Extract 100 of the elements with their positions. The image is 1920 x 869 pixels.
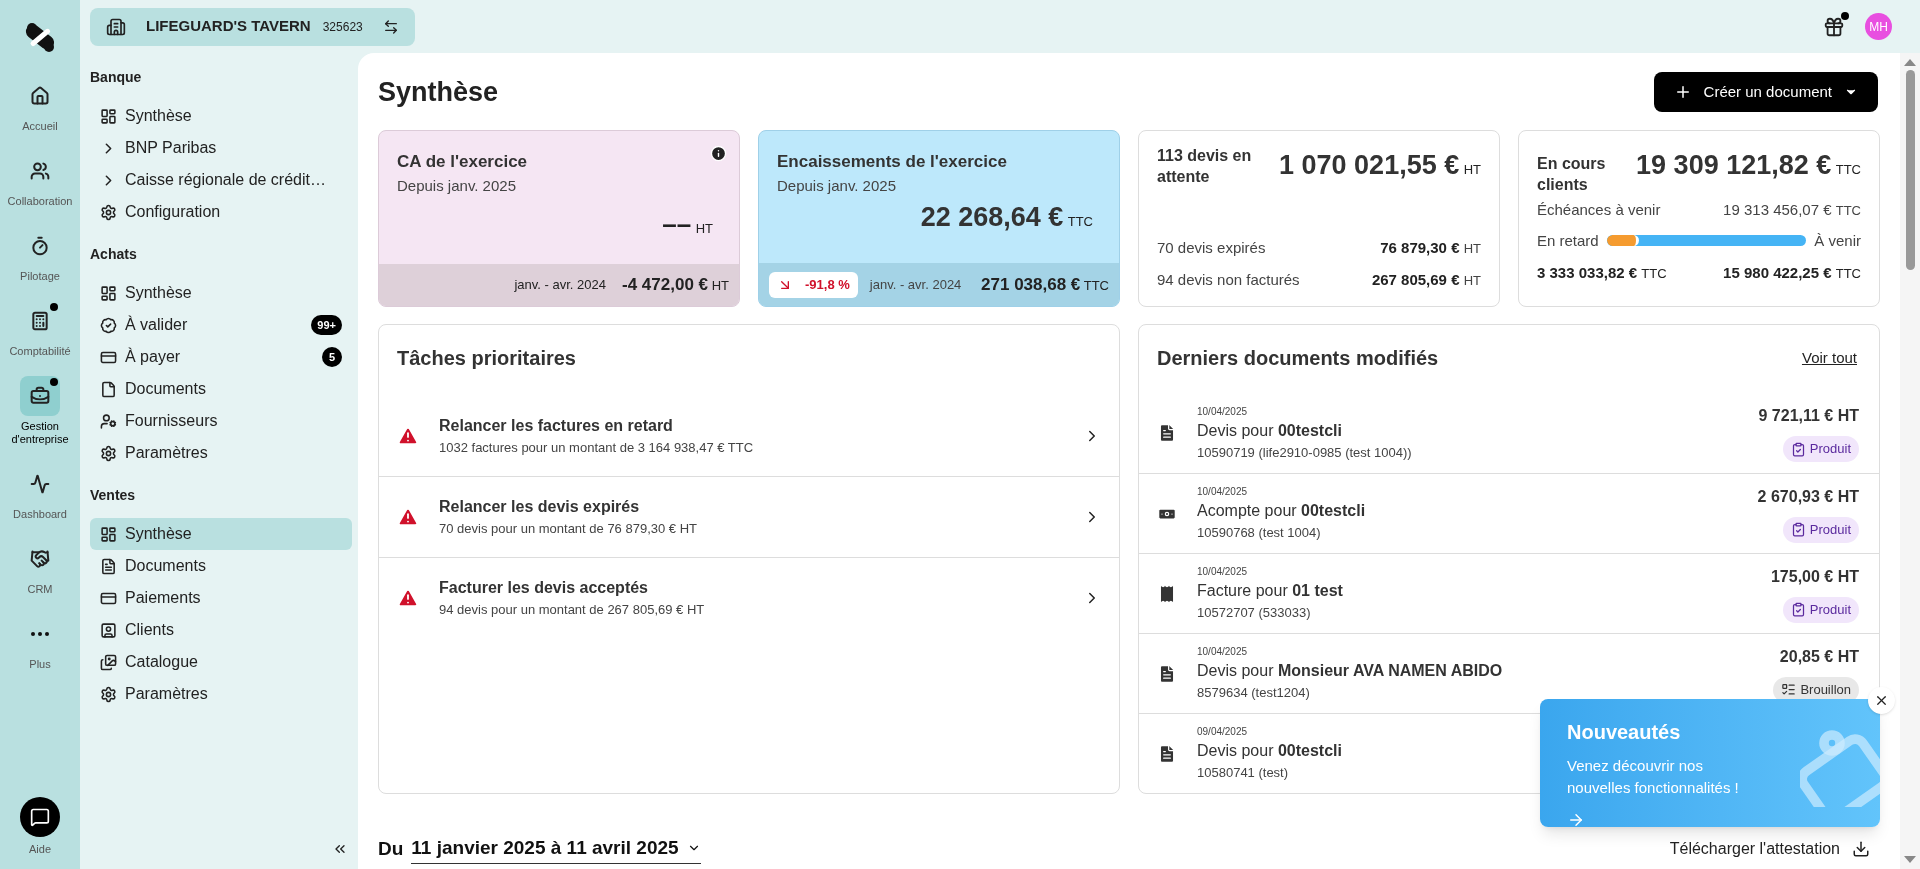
- warning-icon: [397, 506, 419, 528]
- company-switcher[interactable]: LIFEGUARD'S TAVERN 325623: [90, 7, 415, 46]
- document-amount: 9 721,11 € HT: [1758, 406, 1859, 426]
- sidebar-item[interactable]: BNP Paribas: [90, 132, 352, 164]
- task-item[interactable]: Relancer les factures en retard 1032 factures pour un montant de 3 164 938,47 € TTC: [379, 395, 1119, 476]
- sidebar-item[interactable]: Paiements: [90, 582, 352, 614]
- status-badge: Produit: [1782, 436, 1859, 462]
- people-icon: [30, 161, 50, 181]
- document-title: Devis pour 00testcli: [1197, 741, 1342, 762]
- rail-item[interactable]: Plus: [0, 614, 80, 671]
- rail-item[interactable]: Accueil: [0, 76, 80, 133]
- document-reference: 10590768 (test 1004): [1197, 524, 1321, 543]
- sidebar-item[interactable]: Caisse régionale de crédit…: [90, 164, 352, 196]
- task-item[interactable]: Facturer les devis acceptés 94 devis pour un montant de 267 805,69 € HT: [379, 557, 1119, 638]
- dashboard-icon: [100, 525, 117, 543]
- task-item[interactable]: Relancer les devis expirés 70 devis pour un montant de 76 879,30 € HT: [379, 476, 1119, 557]
- card-title: Derniers documents modifiés: [1157, 346, 1439, 371]
- task-detail: 94 devis pour un montant de 267 805,69 € HT: [439, 601, 706, 620]
- row-label: 70 devis expirés: [1157, 237, 1266, 258]
- sidebar-item[interactable]: Synthèse: [90, 100, 352, 132]
- contact-icon: [100, 621, 117, 639]
- row-value: 15 980 422,25 €: [1723, 264, 1832, 281]
- gift-icon[interactable]: [1823, 15, 1845, 38]
- section-heading: Achats: [90, 245, 138, 264]
- card-title: 113 devis en attente: [1157, 146, 1253, 187]
- document-amount: 2 670,93 € HT: [1757, 486, 1859, 507]
- document-title: Devis pour Monsieur AVA NAMEN ABIDO: [1197, 661, 1503, 682]
- close-button[interactable]: [1868, 687, 1895, 714]
- card-value: 22 268,64 €: [920, 202, 1064, 232]
- rail-item[interactable]: Comptabilité: [0, 301, 80, 358]
- task-detail: 70 devis pour un montant de 76 879,30 € HT: [439, 520, 698, 539]
- unit-label: HT: [1463, 240, 1481, 256]
- rail-item[interactable]: Dashboard: [0, 464, 80, 521]
- settings-icon: [100, 203, 117, 221]
- sidebar-item[interactable]: Paramètres: [90, 678, 352, 710]
- document-row[interactable]: 10/04/2025 Facture pour 01 test 10572707 (533033) 175,00 € HT Produit: [1139, 553, 1879, 633]
- document-row[interactable]: 10/04/2025 Devis pour 00testcli 10590719 (life2910-0985 (test 1004)) 9 721,11 € HT Produit: [1139, 393, 1879, 473]
- unit-label: TTC: [1835, 266, 1861, 281]
- calculator-icon: [30, 311, 50, 331]
- create-document-button[interactable]: Créer un document: [1653, 72, 1878, 112]
- document-date: 10/04/2025: [1197, 645, 1248, 660]
- sidebar-item[interactable]: Paramètres: [90, 437, 352, 469]
- previous-value: 271 038,68 €: [981, 274, 1081, 294]
- document-date: 10/04/2025: [1197, 485, 1248, 500]
- sidebar-item[interactable]: Clients: [90, 614, 352, 646]
- task-title: Relancer les devis expirés: [439, 497, 641, 518]
- file-icon: [100, 380, 117, 398]
- user-gear-icon: [100, 412, 117, 430]
- see-all-link[interactable]: Voir tout: [1801, 346, 1857, 370]
- row-label: En retard: [1537, 230, 1599, 251]
- row-label: Échéances à venir: [1537, 200, 1661, 220]
- dashboard-icon: [100, 284, 117, 302]
- card-value: 19 309 121,82 €: [1636, 150, 1832, 180]
- sidebar-item[interactable]: Configuration: [90, 196, 352, 228]
- count-badge: 99+: [311, 315, 342, 335]
- sidebar-item[interactable]: Documents: [90, 550, 352, 582]
- rail-item[interactable]: CRM: [0, 539, 80, 596]
- count-badge: 5: [322, 347, 342, 367]
- unit-label: TTC: [1083, 277, 1109, 293]
- swap-icon: [382, 18, 399, 35]
- images-icon: [100, 653, 117, 671]
- more-icon: [31, 632, 49, 636]
- document-date: 10/04/2025: [1197, 565, 1248, 580]
- sidebar-item[interactable]: Synthèse: [90, 277, 352, 309]
- rail-item[interactable]: Gestion d'entreprise: [0, 376, 80, 446]
- info-icon[interactable]: [710, 145, 727, 162]
- card-title: En cours clients: [1537, 154, 1607, 195]
- period-label: janv. - avr. 2024: [869, 275, 963, 294]
- unit-label: HT: [695, 221, 713, 236]
- document-icon: [100, 557, 117, 575]
- sidebar-item[interactable]: À valider 99+: [90, 309, 352, 341]
- unit-label: HT: [1463, 272, 1481, 288]
- sidebar-item[interactable]: Fournisseurs: [90, 405, 352, 437]
- scrollbar[interactable]: [1900, 53, 1920, 869]
- row-value: 76 879,30 €: [1380, 238, 1460, 256]
- section-heading: Ventes: [90, 486, 137, 505]
- arrow-right-icon[interactable]: [1567, 811, 1585, 827]
- dashboard-icon: [100, 107, 117, 125]
- document-reference: 10572707 (533033): [1197, 604, 1311, 623]
- sidebar-item[interactable]: Catalogue: [90, 646, 352, 678]
- card-title: Tâches prioritaires: [396, 346, 577, 371]
- unit-label: TTC: [1835, 203, 1861, 218]
- rail-item[interactable]: Pilotage: [0, 226, 80, 283]
- chat-icon: [30, 806, 50, 827]
- document-date: 10/04/2025: [1197, 404, 1248, 419]
- section-heading: Banque: [90, 68, 143, 87]
- line-chart-icon: [30, 474, 50, 494]
- row-value: 267 805,69 €: [1371, 270, 1460, 288]
- card-value: 1 070 021,55 €: [1279, 150, 1460, 180]
- period-selector[interactable]: Du 11 janvier 2025 à 11 avril 2025: [378, 834, 701, 864]
- settings-icon: [100, 685, 117, 703]
- status-badge: Produit: [1782, 516, 1859, 543]
- rail-item[interactable]: Collaboration: [0, 151, 80, 208]
- sidebar-item[interactable]: À payer 5: [90, 341, 352, 373]
- download-certificate-button[interactable]: Télécharger l'attestation: [1669, 836, 1870, 861]
- sidebar-item[interactable]: Synthèse: [90, 518, 352, 550]
- document-amount: 175,00 € HT: [1770, 566, 1859, 587]
- sidebar-item[interactable]: Documents: [90, 373, 352, 405]
- document-reference: 8579634 (test1204): [1197, 684, 1310, 703]
- document-row[interactable]: 10/04/2025 Acompte pour 00testcli 10590768 (test 1004) 2 670,93 € HT Produit: [1139, 473, 1879, 553]
